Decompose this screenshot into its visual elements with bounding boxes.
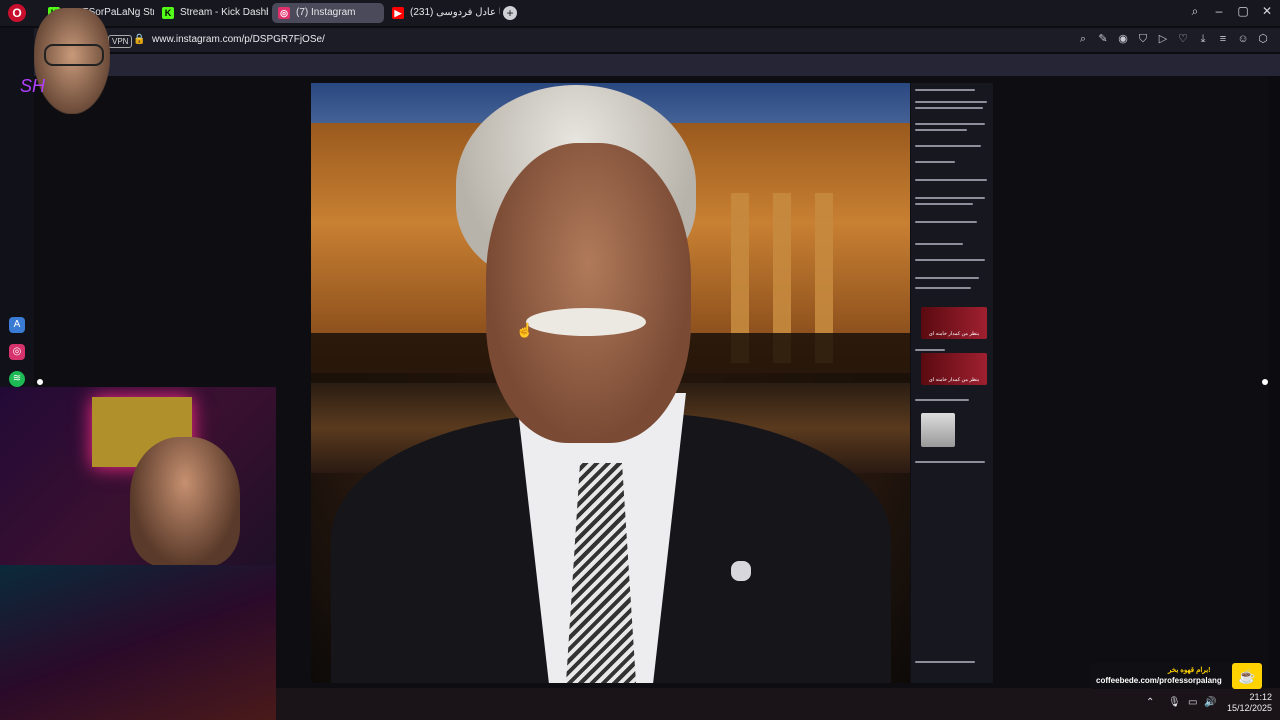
minimize-icon[interactable]: – (1210, 4, 1228, 18)
comment-line (915, 461, 985, 463)
clock-date: 15/12/2025 (1226, 703, 1272, 713)
comment-line (915, 145, 981, 147)
shield-icon[interactable]: ⛉ (1136, 32, 1150, 46)
comment-image-thumb[interactable]: بنظر من کمدار خامنه ای (921, 353, 987, 385)
extensions-icon[interactable]: ⬡ (1256, 32, 1270, 46)
video-face (486, 143, 691, 443)
opera-logo-icon[interactable]: O (8, 4, 26, 22)
menu-icon[interactable]: ≡ (1216, 32, 1230, 46)
tab-label: (7) Instagram (296, 7, 356, 18)
comment-line (915, 101, 987, 103)
profile-icon[interactable]: ☺ (1236, 32, 1250, 46)
camera-icon[interactable]: ◉ (1116, 32, 1130, 46)
taskbar (276, 688, 1280, 720)
comment-line (915, 287, 971, 289)
search-tabs-icon[interactable]: ⌕ (1186, 4, 1204, 19)
comment-line (915, 161, 955, 163)
comment-line (915, 89, 975, 91)
comment-line (915, 399, 969, 401)
tab-kick-dashboard[interactable]: K Stream - Kick Dashboard (156, 3, 268, 23)
webcam-feed (0, 387, 276, 720)
edit-icon[interactable]: ✎ (1096, 32, 1110, 46)
comment-line (915, 179, 987, 181)
tab-label: Stream - Kick Dashboard (180, 7, 268, 18)
comment-line (915, 107, 983, 109)
tab-bar: O K P... FSorPaLaNg Stream K Stream - Ki… (0, 0, 1280, 26)
chevron-up-icon[interactable]: ⌃ (1146, 697, 1154, 708)
vpn-badge[interactable]: VPN (108, 35, 133, 48)
tab-instagram[interactable]: ◎ (7) Instagram (272, 3, 384, 23)
sh-logo: SH (20, 76, 46, 96)
zoom-icon[interactable]: ⌕ (1076, 32, 1090, 46)
spotify-icon[interactable]: ≋ (9, 371, 25, 387)
toolbar-icons: ⌕ ✎ ◉ ⛉ ▷ ♡ ⤓ ≡ ☺ ⬡ (1076, 32, 1270, 46)
comment-line (915, 129, 967, 131)
lock-icon[interactable]: 🔒 (133, 34, 145, 45)
hand-cursor-icon: ☝ (516, 322, 534, 338)
aria-icon[interactable]: A (9, 317, 25, 333)
comment-line (915, 197, 985, 199)
comments-panel[interactable]: بنظر من کمدار خامنه ای بنظر من کمدار خام… (911, 83, 993, 683)
download-icon[interactable]: ⤓ (1196, 32, 1210, 46)
coffee-cup-icon: ☕ (1232, 663, 1262, 689)
heart-icon[interactable]: ♡ (1176, 32, 1190, 46)
maximize-icon[interactable]: ▢ (1234, 4, 1252, 18)
instagram-video[interactable] (311, 83, 910, 683)
comment-line (915, 123, 985, 125)
tab-label: (231) لایو ۳۶۰ با عادل فردوسی (410, 7, 500, 18)
kick-icon: K (162, 7, 174, 19)
scroll-indicator-left (37, 379, 43, 385)
volume-icon[interactable]: 🔊 (1204, 697, 1216, 708)
comment-photo-thumb[interactable] (921, 413, 955, 447)
webcam-lower-view (0, 565, 276, 720)
avatar-glasses (44, 44, 104, 66)
comment-line (915, 349, 945, 351)
clock-time: 21:12 (1249, 692, 1272, 702)
video-lapel-pin (731, 561, 751, 581)
comment-line (915, 259, 985, 261)
comment-input-line[interactable] (915, 661, 975, 663)
system-clock[interactable]: 21:12 15/12/2025 (1227, 692, 1272, 714)
new-tab-button[interactable]: + (503, 6, 517, 20)
bookmark-bar (34, 54, 1280, 76)
comment-line (915, 203, 973, 205)
instagram-sidebar-icon[interactable]: ◎ (9, 344, 25, 360)
url-text[interactable]: www.instagram.com/p/DSPGR7FjOSe/ (152, 34, 325, 45)
network-icon[interactable]: ▭ (1188, 697, 1197, 708)
play-icon[interactable]: ▷ (1156, 32, 1170, 46)
thumb-caption: بنظر من کمدار خامنه ای (928, 331, 980, 337)
microphone-icon[interactable]: 🎙 (1168, 697, 1181, 708)
coffee-cta: برام قهوه بخر! (1168, 667, 1211, 674)
video-moustache (526, 308, 646, 336)
webcam-person (130, 437, 240, 567)
thumb-caption: بنظر من کمدار خامنه ای (928, 377, 980, 383)
close-icon[interactable]: ✕ (1258, 4, 1276, 18)
comment-line (915, 221, 977, 223)
youtube-icon: ▶ (392, 7, 404, 19)
instagram-icon: ◎ (278, 7, 290, 19)
comment-line (915, 277, 979, 279)
comment-image-thumb[interactable]: بنظر من کمدار خامنه ای (921, 307, 987, 339)
coffee-url: coffeebede.com/professorpalang (1096, 676, 1222, 685)
scroll-indicator-right (1262, 379, 1268, 385)
tab-youtube-live[interactable]: ▶ (231) لایو ۳۶۰ با عادل فردوسی (386, 3, 500, 23)
comment-line (915, 243, 963, 245)
